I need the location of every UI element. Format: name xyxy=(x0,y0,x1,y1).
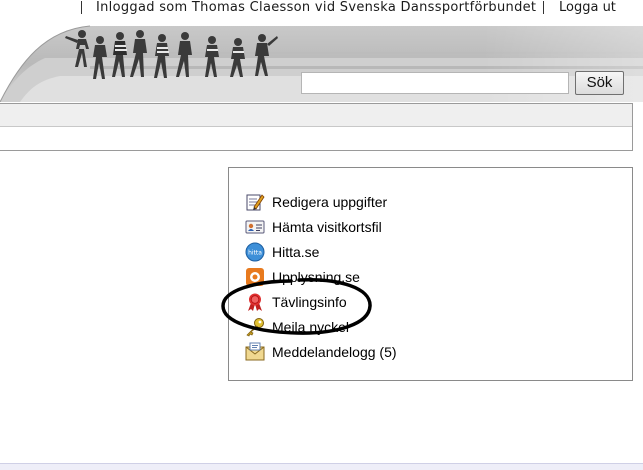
action-label: Meddelandelogg (5) xyxy=(272,343,397,360)
action-label: Hitta.se xyxy=(272,243,320,260)
logged-in-user-text: Inloggad som Thomas Claesson vid Svenska… xyxy=(96,0,537,15)
person-actions-panel: Redigera uppgifter Hämta visitkortsfil h… xyxy=(228,167,633,381)
action-message-log[interactable]: Meddelandelogg (5) xyxy=(244,339,397,364)
action-label: Hämta visitkortsfil xyxy=(272,218,382,235)
action-label: Upplysning.se xyxy=(272,268,360,285)
action-label: Redigera uppgifter xyxy=(272,193,388,210)
vcard-icon xyxy=(244,217,266,237)
action-edit-details[interactable]: Redigera uppgifter xyxy=(244,189,397,214)
hitta-icon: hitta xyxy=(244,242,266,262)
svg-text:hitta: hitta xyxy=(248,249,262,256)
search-button[interactable]: Sök xyxy=(575,71,624,95)
key-icon xyxy=(244,317,266,337)
navigation-strip xyxy=(0,103,633,151)
separator xyxy=(81,1,82,14)
separator xyxy=(543,1,544,14)
action-hitta[interactable]: hitta Hitta.se xyxy=(244,239,397,264)
actions-list: Redigera uppgifter Hämta visitkortsfil h… xyxy=(244,189,397,364)
footer-strip xyxy=(0,463,643,470)
action-download-vcard[interactable]: Hämta visitkortsfil xyxy=(244,214,397,239)
top-bar: Inloggad som Thomas Claesson vid Svenska… xyxy=(0,0,643,18)
action-competition-info[interactable]: Tävlingsinfo xyxy=(244,289,397,314)
award-ribbon-icon xyxy=(244,292,266,312)
header-banner: Sök xyxy=(0,22,643,102)
search-input[interactable] xyxy=(301,72,569,94)
logout-link[interactable]: Logga ut xyxy=(559,0,616,15)
action-email-key[interactable]: Meila nyckel xyxy=(244,314,397,339)
upplysning-icon xyxy=(244,267,266,287)
navigation-bar xyxy=(0,104,632,127)
edit-icon xyxy=(244,192,266,212)
action-label: Meila nyckel xyxy=(272,318,350,335)
action-upplysning[interactable]: Upplysning.se xyxy=(244,264,397,289)
action-label: Tävlingsinfo xyxy=(272,293,347,310)
message-log-icon xyxy=(244,342,266,362)
